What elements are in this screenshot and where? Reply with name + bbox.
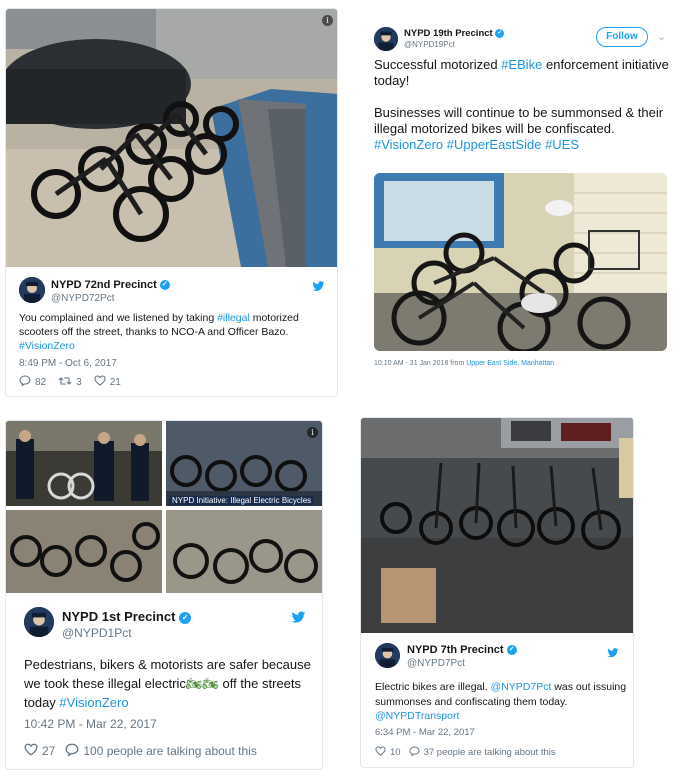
- account-handle[interactable]: @NYPD19Pct: [404, 40, 455, 49]
- info-icon[interactable]: i: [307, 427, 318, 438]
- comment-icon[interactable]: [409, 746, 420, 759]
- twitter-bird-icon[interactable]: [607, 645, 619, 663]
- account-handle[interactable]: @NYPD72Pct: [51, 293, 115, 304]
- like-count: 27: [42, 744, 56, 758]
- account-name[interactable]: NYPD 72nd Precinct ✓: [51, 279, 170, 291]
- chevron-down-icon[interactable]: ⌄: [657, 30, 666, 43]
- hashtag-link[interactable]: #VisionZero: [59, 695, 128, 710]
- hashtag-link[interactable]: #illegal: [217, 312, 250, 324]
- location-link[interactable]: Upper East Side, Manhattan: [466, 360, 554, 367]
- like-count: 21: [109, 376, 121, 388]
- twitter-bird-icon[interactable]: [312, 279, 325, 297]
- verified-icon: ✓: [495, 28, 505, 38]
- tweet-card-7th-precinct[interactable]: NYPD 7th Precinct ✓ @NYPD7Pct Electric b…: [360, 417, 634, 768]
- hashtag-link[interactable]: #VisionZero: [19, 340, 75, 352]
- tweet-actions: 27 100 people are talking about this: [24, 743, 257, 759]
- account-name[interactable]: NYPD 1st Precinct ✓: [62, 609, 192, 624]
- tweet-timestamp[interactable]: 10:10 AM - 31 Jan 2018 from Upper East S…: [374, 360, 554, 367]
- heart-icon[interactable]: [94, 375, 106, 389]
- tweet-card-1st-precinct[interactable]: NYPD Initiative: Illegal Electric Bicycl…: [5, 420, 323, 770]
- retweet-icon[interactable]: [58, 376, 72, 389]
- talking-about-count[interactable]: 100 people are talking about this: [83, 744, 256, 758]
- retweet-count: 3: [76, 376, 82, 388]
- heart-icon[interactable]: [375, 746, 386, 759]
- hashtag-link[interactable]: #UES: [545, 137, 579, 152]
- tweet-actions: 82 3 21: [19, 375, 121, 389]
- hashtag-link[interactable]: #EBike: [501, 57, 542, 72]
- like-count: 10: [390, 747, 401, 758]
- avatar[interactable]: [374, 27, 398, 51]
- avatar[interactable]: [19, 277, 45, 303]
- hashtag-link[interactable]: #UpperEastSide: [447, 137, 542, 152]
- info-icon[interactable]: i: [322, 15, 333, 26]
- tweet-photo-grid[interactable]: NYPD Initiative: Illegal Electric Bicycl…: [6, 421, 322, 593]
- account-name[interactable]: NYPD 7th Precinct ✓: [407, 644, 517, 656]
- tweet-card-72nd-precinct[interactable]: i NYPD 72nd Precinct ✓ @NYPD72Pct You co…: [5, 8, 338, 397]
- account-handle[interactable]: @NYPD7Pct: [407, 658, 465, 669]
- mention-link[interactable]: @NYPDTransport: [375, 710, 459, 722]
- hashtag-link[interactable]: #VisionZero: [374, 137, 443, 152]
- talking-about-count[interactable]: 37 people are talking about this: [424, 747, 556, 758]
- tweet-photo-confiscated-bikes[interactable]: [374, 173, 667, 351]
- avatar[interactable]: [375, 643, 400, 668]
- tweet-timestamp[interactable]: 8:49 PM - Oct 6, 2017: [19, 358, 117, 369]
- account-handle[interactable]: @NYPD1Pct: [62, 626, 132, 640]
- photo-overlay-caption: NYPD Initiative: Illegal Electric Bicycl…: [169, 496, 315, 505]
- comment-icon[interactable]: [65, 743, 79, 759]
- motorcycle-emoji: 🏍🏍: [185, 676, 219, 691]
- reply-count: 82: [35, 376, 47, 388]
- avatar[interactable]: [24, 607, 54, 637]
- tweet-text: Successful motorized #EBike enforcement …: [374, 57, 669, 152]
- verified-icon: ✓: [179, 611, 192, 624]
- tweet-text: You complained and we listened by taking…: [19, 312, 299, 352]
- verified-icon: ✓: [159, 280, 170, 291]
- tweet-photo-bikes-in-garage[interactable]: [361, 418, 633, 633]
- tweet-text: Electric bikes are illegal. @NYPD7Pct wa…: [375, 681, 627, 722]
- tweet-timestamp[interactable]: 10:42 PM - Mar 22, 2017: [24, 717, 157, 731]
- twitter-bird-icon[interactable]: [291, 611, 306, 629]
- verified-icon: ✓: [506, 645, 517, 656]
- tweet-card-19th-precinct[interactable]: NYPD 19th Precinct ✓ @NYPD19Pct Follow ⌄…: [360, 8, 682, 374]
- tweet-text: Pedestrians, bikers & motorists are safe…: [24, 657, 311, 710]
- reply-icon[interactable]: [19, 375, 31, 389]
- follow-button[interactable]: Follow: [596, 27, 648, 47]
- tweet-actions: 10 37 people are talking about this: [375, 746, 556, 759]
- tweet-timestamp[interactable]: 6:34 PM - Mar 22, 2017: [375, 727, 475, 738]
- heart-icon[interactable]: [24, 743, 38, 759]
- mention-link[interactable]: @NYPD7Pct: [491, 681, 552, 693]
- tweet-photo-bikes-on-sidewalk[interactable]: i: [6, 9, 337, 267]
- account-name[interactable]: NYPD 19th Precinct ✓: [404, 28, 505, 39]
